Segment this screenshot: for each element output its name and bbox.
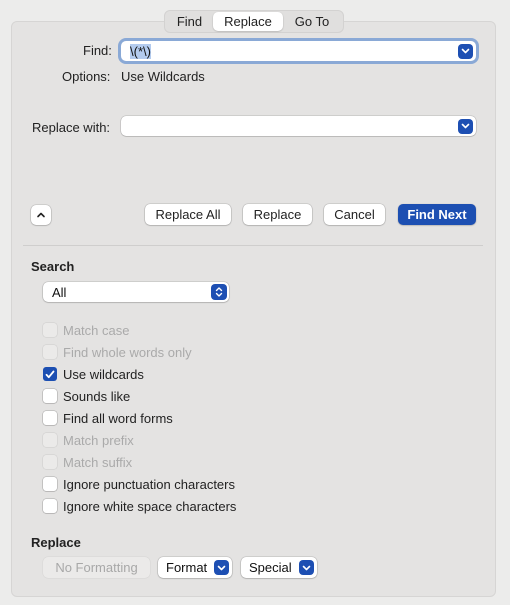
checkbox-match-suffix [43,455,57,469]
checkbox-match-prefix [43,433,57,447]
checkbox-row-ignore-white-space-characters[interactable]: Ignore white space characters [43,498,236,514]
checkbox-label: Match suffix [63,454,133,470]
options-value: Use Wildcards [121,69,205,84]
tab-go-to[interactable]: Go To [283,12,341,31]
search-scope-popup[interactable]: All [43,282,229,302]
checkbox-row-ignore-punctuation-characters[interactable]: Ignore punctuation characters [43,476,235,492]
checkbox-label: Ignore white space characters [63,498,237,514]
replace-history-dropdown[interactable] [458,118,473,134]
checkbox-ignore-white-space-characters[interactable] [43,499,57,513]
checkbox-row-use-wildcards[interactable]: Use wildcards [43,366,144,382]
checkbox-find-whole-words-only [43,345,57,359]
checkbox-use-wildcards[interactable] [43,367,57,381]
checkbox-ignore-punctuation-characters[interactable] [43,477,57,491]
replace-with-combo[interactable] [121,116,476,136]
chevron-up-icon [37,212,45,218]
format-label: Format [166,560,208,575]
replace-with-label: Replace with: [32,120,111,135]
search-scope-stepper[interactable] [211,284,227,300]
checkbox-row-find-all-word-forms[interactable]: Find all word forms [43,410,173,426]
replace-button[interactable]: Replace [243,204,312,225]
tab-replace[interactable]: Replace [213,12,283,31]
checkmark-icon [45,370,55,378]
checkbox-row-find-whole-words-only: Find whole words only [43,344,192,360]
checkbox-label: Match case [63,322,130,338]
options-label: Options: [62,69,111,84]
checkbox-label: Match prefix [63,432,134,448]
checkbox-label: Sounds like [63,388,131,404]
checkbox-sounds-like[interactable] [43,389,57,403]
checkbox-row-match-suffix: Match suffix [43,454,132,470]
chevron-down-icon [461,123,470,129]
chevron-down-icon [217,565,226,570]
search-section-title: Search [31,259,75,274]
special-popup[interactable]: Special [241,557,317,578]
checkbox-match-case [43,323,57,337]
chevron-down-icon [302,565,311,570]
cancel-button[interactable]: Cancel [324,204,385,225]
checkbox-label: Find all word forms [63,410,173,426]
checkbox-row-match-case: Match case [43,322,129,338]
find-input[interactable]: \(*\) [121,43,458,59]
checkbox-find-all-word-forms[interactable] [43,411,57,425]
find-combo[interactable]: \(*\) [121,41,476,61]
checkbox-row-match-prefix: Match prefix [43,432,134,448]
replace-section-title: Replace [31,535,81,550]
tab-find[interactable]: Find [166,12,213,31]
checkbox-label: Ignore punctuation characters [63,476,235,492]
collapse-options-button[interactable] [31,205,51,225]
find-history-dropdown[interactable] [458,43,473,59]
format-dropdown[interactable] [214,560,229,575]
chevron-down-icon [461,48,470,54]
replace-all-button[interactable]: Replace All [145,204,231,225]
find-label: Find: [83,43,112,58]
checkbox-row-sounds-like[interactable]: Sounds like [43,388,130,404]
no-formatting-button[interactable]: No Formatting [43,557,150,578]
special-dropdown[interactable] [299,560,314,575]
format-popup[interactable]: Format [158,557,232,578]
checkbox-label: Use wildcards [63,366,144,382]
checkbox-label: Find whole words only [63,344,192,360]
tab-segmented-control: Find Replace Go To [164,10,344,33]
search-scope-value: All [52,284,67,300]
up-down-chevron-icon [215,287,223,297]
find-next-button[interactable]: Find Next [398,204,476,225]
divider [23,245,483,246]
find-input-value: \(*\) [130,43,151,59]
special-label: Special [249,560,292,575]
